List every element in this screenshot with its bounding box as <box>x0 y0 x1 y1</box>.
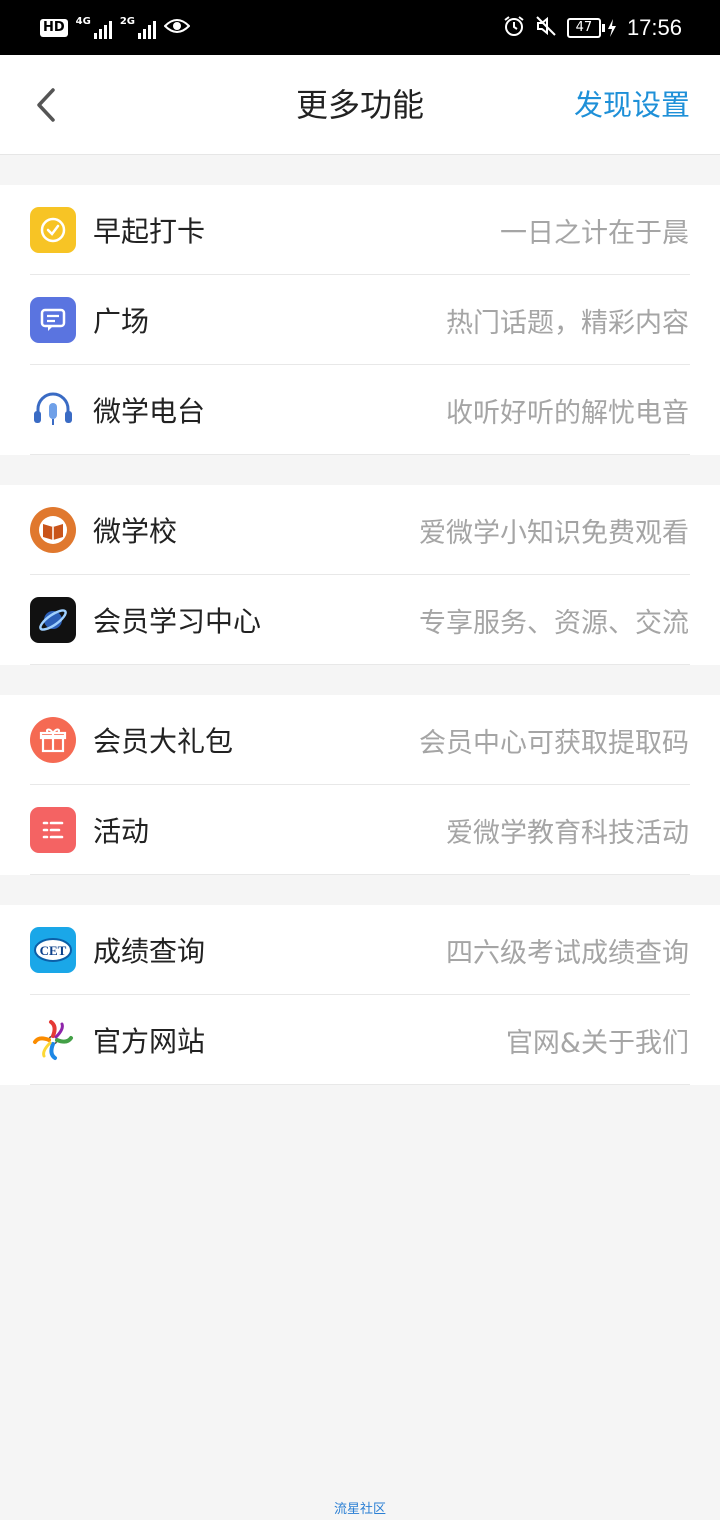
list-item-gift-pack[interactable]: 会员大礼包 会员中心可获取提取码 <box>0 695 720 785</box>
mute-icon <box>535 15 557 41</box>
item-label: 官方网站 <box>93 1025 206 1058</box>
list-item-early-checkin[interactable]: 早起打卡 一日之计在于晨 <box>0 185 720 275</box>
item-label: 微学校 <box>93 515 178 548</box>
watermark: 流星社区 <box>333 1502 386 1517</box>
hd-badge: HD <box>40 18 68 37</box>
battery-icon: 47 <box>566 17 617 38</box>
alarm-icon <box>503 15 525 41</box>
list-item-official-site[interactable]: 官方网站 官网&关于我们 <box>0 995 720 1085</box>
status-left: HD 4G 2G <box>40 0 191 55</box>
alarm-check-icon <box>30 207 76 253</box>
item-description: 专享服务、资源、交流 <box>419 607 689 639</box>
discover-settings-button[interactable]: 发现设置 <box>574 55 690 155</box>
item-description: 会员中心可获取提取码 <box>419 727 689 759</box>
nav-bar: 更多功能 发现设置 <box>0 55 720 155</box>
headphones-mic-icon <box>30 387 76 433</box>
svg-text:CET: CET <box>40 943 67 958</box>
item-label: 早起打卡 <box>93 215 206 248</box>
item-label: 成绩查询 <box>93 935 206 968</box>
feature-list: 早起打卡 一日之计在于晨 广场 热门话题，精彩内容 微学电台 收听好听的解忧电音… <box>0 155 720 1085</box>
list-item-activities[interactable]: 活动 爱微学教育科技活动 <box>0 785 720 875</box>
pinwheel-logo-icon <box>30 1017 76 1063</box>
status-right: 47 17:56 <box>503 0 682 55</box>
list-icon <box>30 807 76 853</box>
item-label: 微学电台 <box>93 395 206 428</box>
clock: 17:56 <box>626 14 682 40</box>
group-4: CET 成绩查询 四六级考试成绩查询 官方网站 官网&关于我们 <box>0 905 720 1085</box>
item-label: 广场 <box>93 305 150 338</box>
item-description: 爱微学教育科技活动 <box>446 817 689 849</box>
item-description: 热门话题，精彩内容 <box>446 307 689 339</box>
item-label: 活动 <box>93 815 150 848</box>
eye-icon <box>163 17 191 39</box>
chevron-left-icon <box>37 88 55 122</box>
gift-icon <box>30 717 76 763</box>
signal-4g-icon: 4G <box>76 16 112 39</box>
signal-2g-icon: 2G <box>120 16 157 39</box>
list-item-radio[interactable]: 微学电台 收听好听的解忧电音 <box>0 365 720 455</box>
list-item-square[interactable]: 广场 热门话题，精彩内容 <box>0 275 720 365</box>
open-book-icon <box>30 507 76 553</box>
back-button[interactable] <box>18 77 74 133</box>
item-description: 官网&关于我们 <box>505 1027 689 1059</box>
item-description: 四六级考试成绩查询 <box>446 937 689 969</box>
chat-bubble-icon <box>30 297 76 343</box>
item-description: 爱微学小知识免费观看 <box>419 517 689 549</box>
list-item-member-center[interactable]: 会员学习中心 专享服务、资源、交流 <box>0 575 720 665</box>
list-item-micro-school[interactable]: 微学校 爱微学小知识免费观看 <box>0 485 720 575</box>
item-label: 会员学习中心 <box>93 605 262 638</box>
list-item-score-query[interactable]: CET 成绩查询 四六级考试成绩查询 <box>0 905 720 995</box>
planet-logo-icon <box>30 597 76 643</box>
item-label: 会员大礼包 <box>93 725 234 758</box>
item-description: 一日之计在于晨 <box>500 217 689 249</box>
item-description: 收听好听的解忧电音 <box>446 397 689 429</box>
status-bar: HD 4G 2G 47 17:56 <box>0 0 720 55</box>
group-1: 早起打卡 一日之计在于晨 广场 热门话题，精彩内容 微学电台 收听好听的解忧电音 <box>0 185 720 455</box>
cet-logo-icon: CET <box>30 927 76 973</box>
group-3: 会员大礼包 会员中心可获取提取码 活动 爱微学教育科技活动 <box>0 695 720 875</box>
group-2: 微学校 爱微学小知识免费观看 会员学习中心 专享服务、资源、交流 <box>0 485 720 665</box>
